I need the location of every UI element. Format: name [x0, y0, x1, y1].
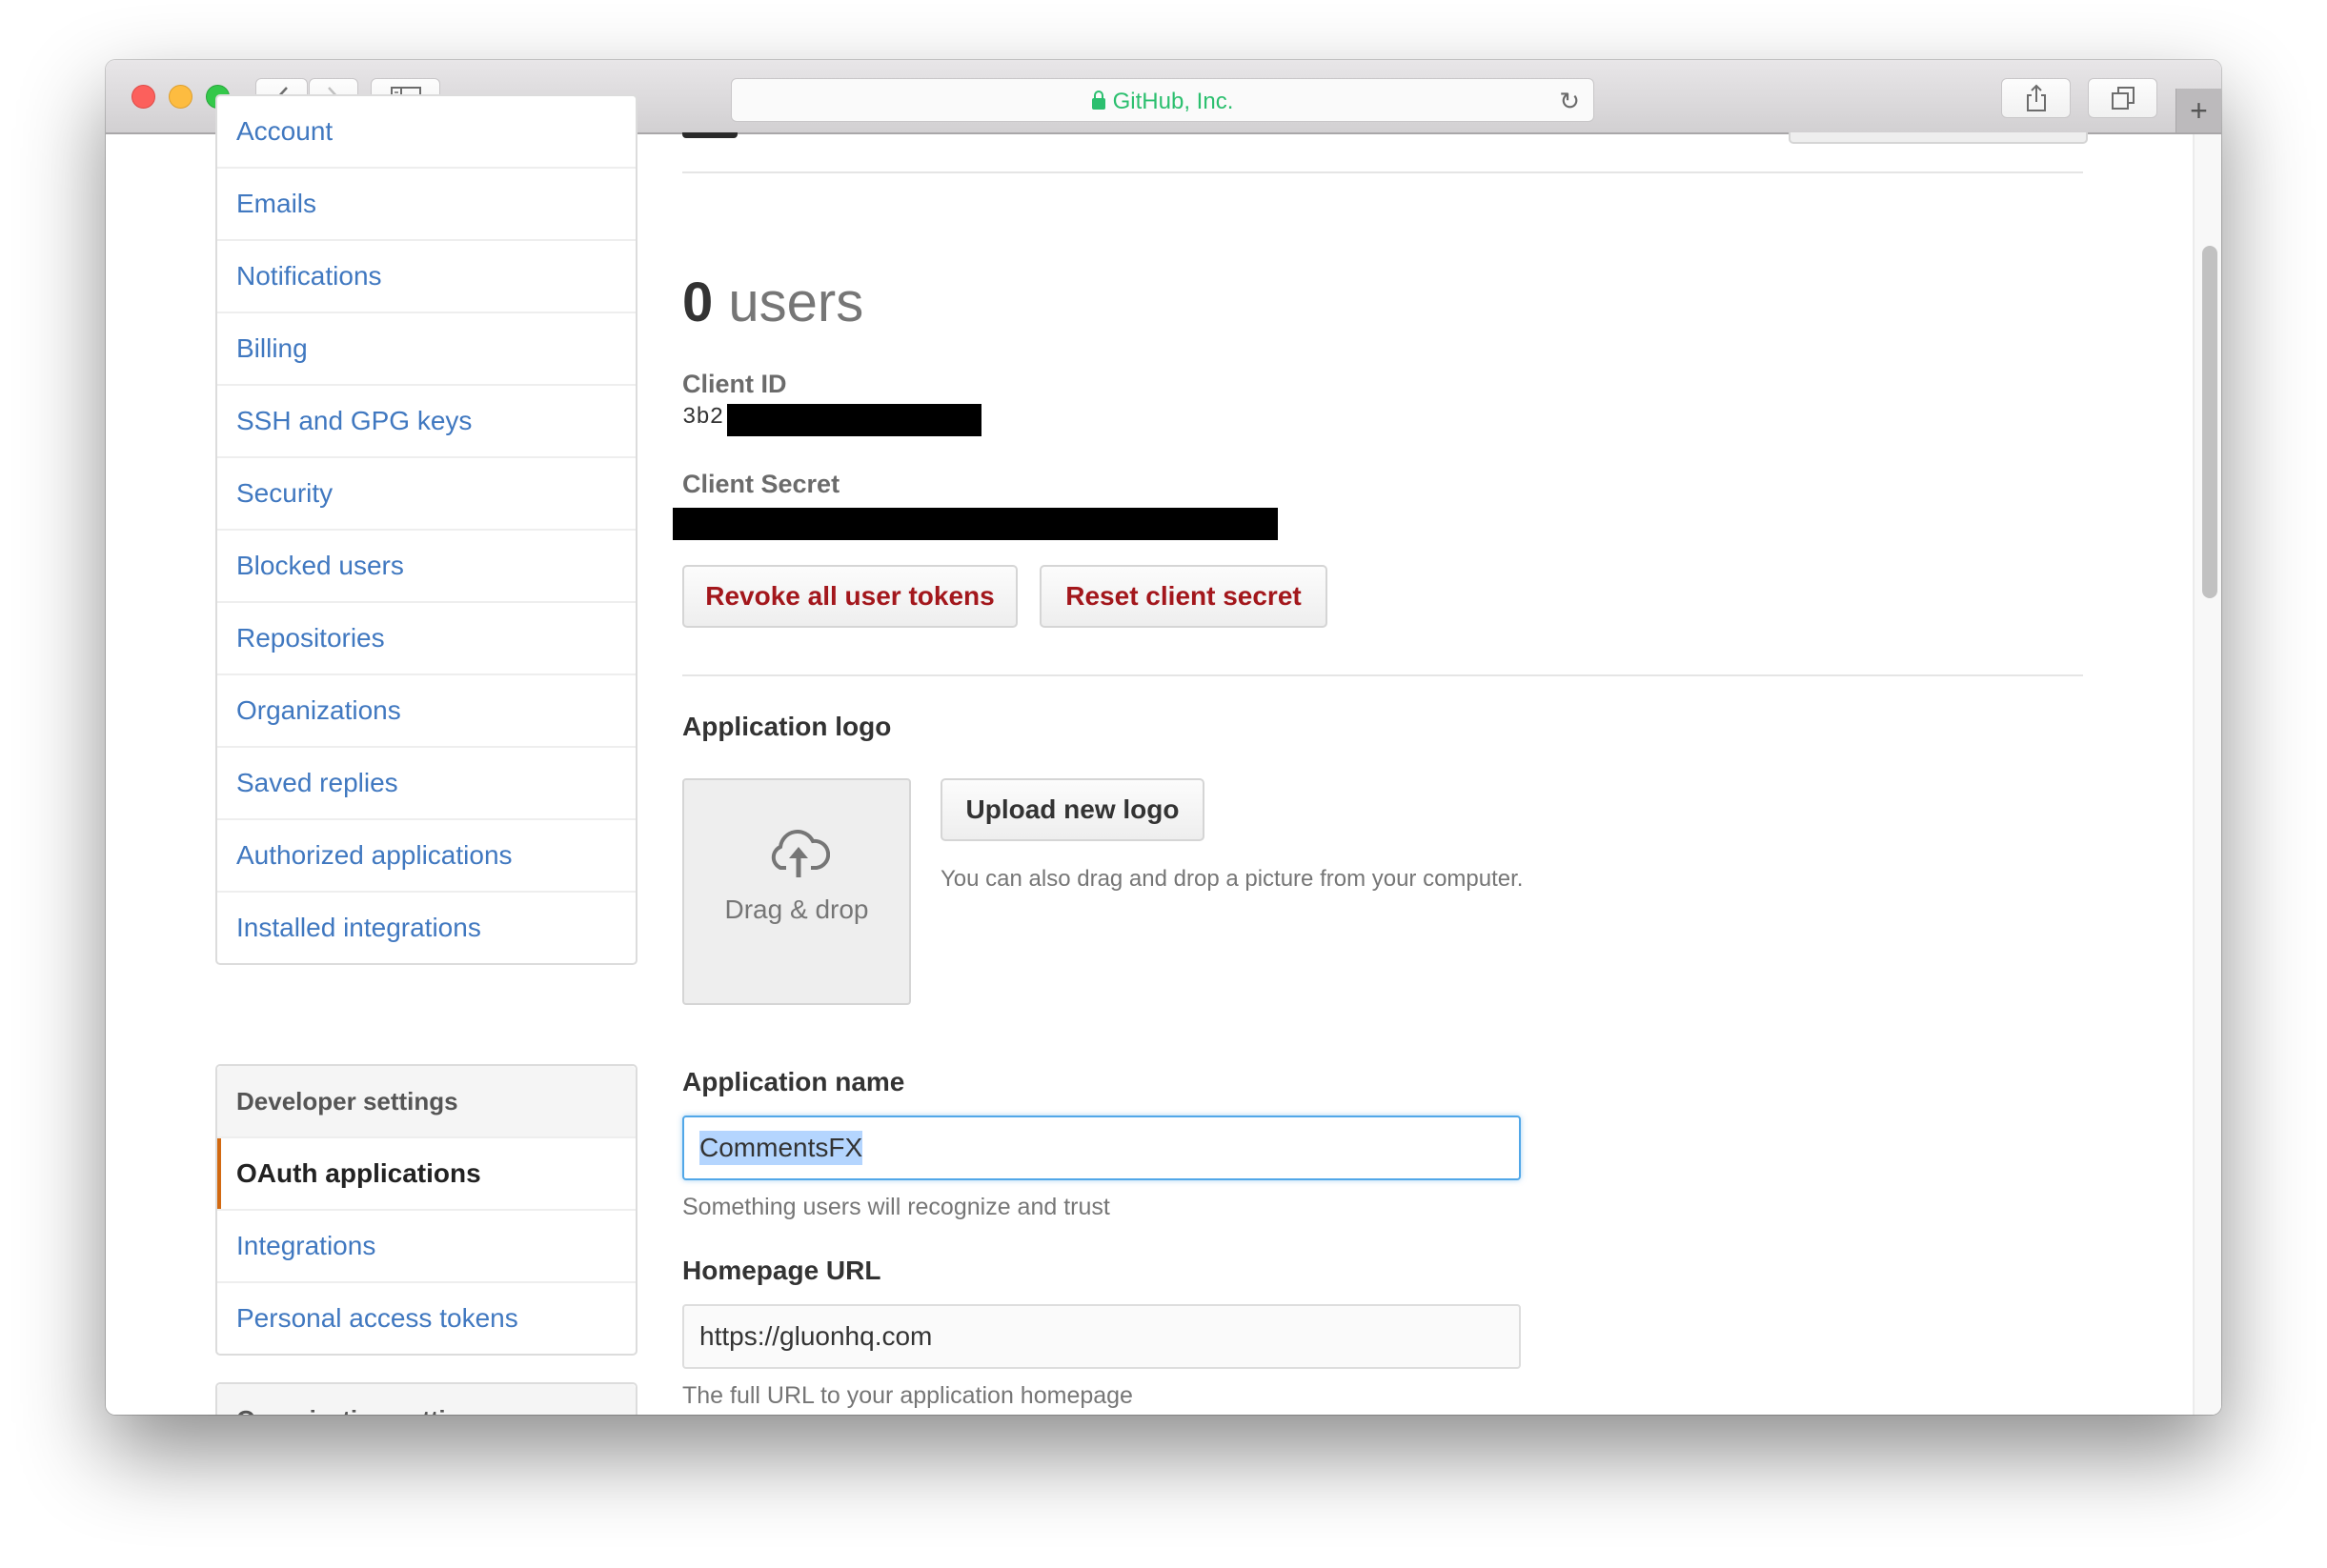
application-name-hint: Something users will recognize and trust — [682, 1194, 1110, 1220]
sidebar-item-ssh-gpg-keys[interactable]: SSH and GPG keys — [217, 386, 636, 458]
dropzone-label: Drag & drop — [724, 895, 869, 924]
developer-settings-menu: Developer settings OAuth applications In… — [215, 1064, 637, 1356]
sidebar-item-authorized-applications[interactable]: Authorized applications — [217, 820, 636, 893]
new-tab-icon: + — [2190, 92, 2208, 128]
page-content: Account Emails Notifications Billing SSH… — [106, 94, 2221, 1415]
vertical-scrollbar[interactable] — [2193, 134, 2221, 1415]
client-id-label: Client ID — [682, 370, 787, 398]
divider — [682, 171, 2083, 173]
users-count: 0 users — [682, 271, 864, 333]
client-id-value: 3b2 — [682, 405, 724, 431]
app-avatar — [682, 132, 738, 138]
logo-dropzone[interactable]: Drag & drop — [682, 778, 911, 1005]
homepage-url-label: Homepage URL — [682, 1256, 881, 1285]
address-text: GitHub, Inc. — [1112, 89, 1234, 114]
minimize-window-button[interactable] — [169, 85, 192, 109]
application-name-label: Application name — [682, 1067, 905, 1096]
sidebar-item-blocked-users[interactable]: Blocked users — [217, 531, 636, 603]
sidebar-item-personal-access-tokens[interactable]: Personal access tokens — [217, 1283, 636, 1354]
revoke-all-user-tokens-button[interactable]: Revoke all user tokens — [682, 565, 1018, 628]
client-secret-label: Client Secret — [682, 470, 840, 498]
organization-settings-menu: Organization settings — [215, 1382, 637, 1415]
sidebar-item-emails[interactable]: Emails — [217, 169, 636, 241]
browser-window: GitHub, Inc. ↻ + Account Emails Notifica… — [106, 60, 2221, 1415]
cloud-upload-icon — [771, 830, 830, 877]
sidebar-item-saved-replies[interactable]: Saved replies — [217, 748, 636, 820]
upload-note: You can also drag and drop a picture fro… — [941, 866, 1524, 892]
address-bar[interactable]: GitHub, Inc. ↻ — [731, 78, 1594, 122]
header-button[interactable] — [1789, 132, 2088, 144]
sidebar-item-security[interactable]: Security — [217, 458, 636, 531]
close-window-button[interactable] — [132, 85, 155, 109]
developer-settings-heading: Developer settings — [217, 1066, 636, 1138]
sidebar-item-integrations[interactable]: Integrations — [217, 1211, 636, 1283]
application-name-value: CommentsFX — [699, 1131, 863, 1165]
sidebar-item-account[interactable]: Account — [217, 96, 636, 169]
homepage-url-hint: The full URL to your application homepag… — [682, 1382, 1133, 1409]
reload-icon[interactable]: ↻ — [1559, 87, 1580, 116]
sidebar-item-installed-integrations[interactable]: Installed integrations — [217, 893, 636, 963]
homepage-url-value: https://gluonhq.com — [699, 1321, 933, 1351]
new-tab-button[interactable]: + — [2175, 89, 2221, 132]
reset-client-secret-button[interactable]: Reset client secret — [1040, 565, 1327, 628]
divider — [682, 674, 2083, 676]
sidebar-item-oauth-applications[interactable]: OAuth applications — [217, 1138, 636, 1211]
share-button[interactable] — [2001, 78, 2071, 118]
scrollbar-thumb[interactable] — [2202, 246, 2217, 598]
sidebar-item-organizations[interactable]: Organizations — [217, 675, 636, 748]
tabs-icon — [2111, 87, 2135, 110]
application-name-input[interactable]: CommentsFX — [682, 1116, 1521, 1180]
sidebar-item-notifications[interactable]: Notifications — [217, 241, 636, 313]
personal-settings-menu: Account Emails Notifications Billing SSH… — [215, 94, 637, 965]
client-secret-redaction — [673, 508, 1278, 540]
homepage-url-input[interactable]: https://gluonhq.com — [682, 1304, 1521, 1369]
application-logo-heading: Application logo — [682, 712, 892, 741]
client-id-redaction — [727, 404, 981, 436]
share-icon — [2026, 84, 2046, 111]
show-tabs-button[interactable] — [2088, 78, 2157, 118]
sidebar-item-billing[interactable]: Billing — [217, 313, 636, 386]
lock-icon — [1091, 90, 1105, 110]
organization-settings-heading: Organization settings — [217, 1384, 636, 1415]
sidebar-item-repositories[interactable]: Repositories — [217, 603, 636, 675]
upload-new-logo-button[interactable]: Upload new logo — [941, 778, 1204, 841]
